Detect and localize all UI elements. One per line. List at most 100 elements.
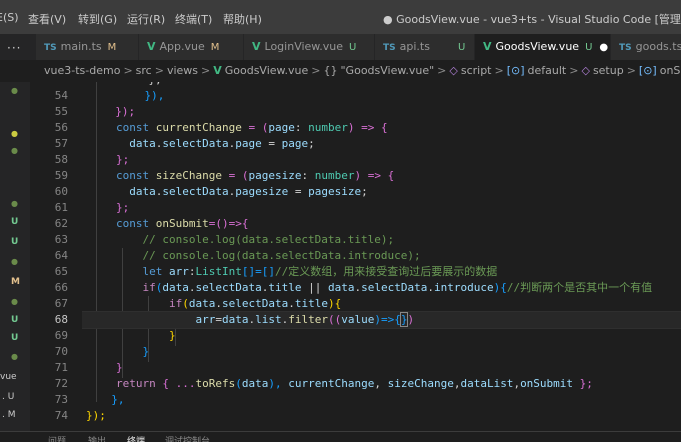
menu-item-run[interactable]: 运行(R) bbox=[127, 11, 165, 27]
line-number: 62 bbox=[54, 217, 68, 230]
tab-label: main.ts bbox=[60, 40, 102, 53]
explorer-item-untracked[interactable]: . U bbox=[2, 392, 14, 402]
code-line: // console.log(data.selectData.introduce… bbox=[116, 249, 421, 262]
breadcrumb-separator: > bbox=[569, 64, 579, 77]
code-line: }; bbox=[116, 153, 130, 166]
git-untracked-badge: U bbox=[11, 333, 19, 343]
editor-tab-bar: ··· TS main.ts M V App.vue M V LoginView.vue U… bbox=[0, 34, 681, 60]
tab-api-ts[interactable]: TS api.ts U bbox=[375, 34, 475, 60]
line-number: 71 bbox=[54, 361, 68, 374]
line-number: 73 bbox=[54, 393, 68, 406]
line-number: 67 bbox=[54, 297, 68, 310]
vue-file-icon: V bbox=[252, 40, 261, 53]
code-line: if(data.selectData.title || data.selectD… bbox=[142, 281, 653, 294]
braces-icon: {} bbox=[323, 64, 338, 77]
breadcrumb-separator: > bbox=[437, 64, 447, 77]
line-number: 56 bbox=[54, 121, 68, 134]
breadcrumb-separator: > bbox=[311, 64, 321, 77]
tab-main-ts[interactable]: TS main.ts M bbox=[36, 34, 139, 60]
git-status-dot-icon: ● bbox=[11, 352, 18, 361]
git-untracked-badge: U bbox=[349, 42, 357, 53]
line-number: 72 bbox=[54, 377, 68, 390]
code-line-current[interactable]: arr=data.list.filter((value)=>{}) bbox=[82, 311, 681, 329]
git-status-dot-icon: ● bbox=[11, 257, 18, 266]
line-number: 70 bbox=[54, 345, 68, 358]
code-line: const onSubmit=()=>{ bbox=[116, 217, 249, 230]
code-line: } bbox=[116, 361, 123, 374]
line-number: 65 bbox=[54, 265, 68, 278]
tab-goods-ts[interactable]: TS goods.ts bbox=[611, 34, 681, 60]
menu-item-terminal[interactable]: 终端(T) bbox=[175, 11, 212, 27]
line-number: 69 bbox=[54, 329, 68, 342]
breadcrumb-separator: > bbox=[494, 64, 504, 77]
menu-item-view[interactable]: 查看(V) bbox=[28, 11, 66, 27]
breadcrumb-item-component[interactable]: "GoodsView.vue" bbox=[341, 64, 435, 77]
vue-file-icon: V bbox=[147, 40, 156, 53]
breadcrumb-separator: > bbox=[154, 64, 164, 77]
menu-item-go[interactable]: 转到(G) bbox=[78, 11, 117, 27]
breadcrumb: vue3-ts-demo > src > views > V GoodsView.vue >{}… bbox=[0, 60, 681, 82]
tab-label: goods.ts bbox=[635, 40, 681, 53]
title-bar: E(S) 查看(V) 转到(G) 运行(R) 终端(T) 帮助(H) ● Goo… bbox=[0, 0, 681, 34]
breadcrumb-item-file[interactable]: GoodsView.vue bbox=[225, 64, 309, 77]
breadcrumb-separator: > bbox=[123, 64, 133, 77]
explorer-item-modified[interactable]: . M bbox=[2, 410, 16, 420]
more-actions-icon[interactable]: ··· bbox=[7, 41, 21, 55]
explorer-sidebar-fragment: ● ● ● ● U U ● M ● U U ● vue . U . M bbox=[0, 82, 30, 441]
breadcrumb-item-src[interactable]: src bbox=[136, 64, 152, 77]
vue-file-icon: V bbox=[483, 40, 492, 53]
code-line: return { ...toRefs(data), currentChange,… bbox=[116, 377, 593, 390]
git-untracked-badge: U bbox=[11, 315, 19, 325]
breadcrumb-separator: > bbox=[626, 64, 636, 77]
code-line: data.selectData.page = page; bbox=[129, 137, 315, 150]
line-number: 64 bbox=[54, 249, 68, 262]
tab-app-vue[interactable]: V App.vue M bbox=[139, 34, 244, 60]
breadcrumb-item-script[interactable]: script bbox=[461, 64, 492, 77]
git-status-dot-icon: ● bbox=[11, 146, 18, 155]
tab-label: LoginView.vue bbox=[264, 40, 344, 53]
tab-goods-view[interactable]: V GoodsView.vue U ● bbox=[475, 34, 611, 60]
cube-icon: ◇ bbox=[449, 64, 458, 77]
tab-label: App.vue bbox=[159, 40, 205, 53]
git-status-dot-icon: ● bbox=[11, 297, 18, 306]
breadcrumb-item-views[interactable]: views bbox=[167, 64, 198, 77]
unsaved-dot-icon[interactable]: ● bbox=[599, 42, 608, 53]
git-modified-badge: M bbox=[11, 277, 20, 287]
line-number: 60 bbox=[54, 185, 68, 198]
line-number-gutter: 54 55 56 57 58 59 60 61 62 63 64 65 66 6… bbox=[30, 82, 82, 441]
git-untracked-badge: U bbox=[457, 42, 466, 53]
menu-item-help[interactable]: 帮助(H) bbox=[223, 11, 262, 27]
git-status-dot-icon: ● bbox=[11, 199, 18, 208]
tab-login-view[interactable]: V LoginView.vue U bbox=[244, 34, 375, 60]
breadcrumb-item-default[interactable]: default bbox=[528, 64, 567, 77]
line-number: 57 bbox=[54, 137, 68, 150]
explorer-item-fragment[interactable]: vue bbox=[0, 372, 17, 382]
code-line: data.selectData.pagesize = pagesize; bbox=[129, 185, 368, 198]
line-number: 66 bbox=[54, 281, 68, 294]
git-status-dot-icon: ● bbox=[11, 86, 18, 95]
menu-item-edit[interactable]: E(S) bbox=[0, 11, 19, 24]
git-untracked-badge: U bbox=[585, 42, 593, 53]
code-line: let arr:ListInt[]=[]//定义数组，用来接受查询过后要展示的数… bbox=[142, 265, 498, 278]
code-line: } bbox=[116, 329, 176, 342]
line-number: 74 bbox=[54, 409, 68, 422]
typescript-file-icon: TS bbox=[44, 43, 57, 53]
window-title: ● GoodsView.vue - vue3+ts - Visual Studi… bbox=[383, 13, 681, 26]
code-line: const sizeChange = (pagesize: number) =>… bbox=[116, 169, 395, 182]
breadcrumb-item-setup[interactable]: setup bbox=[593, 64, 624, 77]
line-number: 54 bbox=[54, 89, 68, 102]
breadcrumb-item-onsubmit[interactable]: onSubmit bbox=[660, 64, 681, 77]
line-number: 58 bbox=[54, 153, 68, 166]
code-line: if(data.selectData.title){ bbox=[168, 297, 342, 310]
line-number: 61 bbox=[54, 201, 68, 214]
code-line: }); bbox=[86, 409, 106, 422]
code-editor[interactable]: }, }), }); const currentChange = (page: … bbox=[82, 82, 681, 431]
line-number: 55 bbox=[54, 105, 68, 118]
indent-guide bbox=[96, 82, 97, 402]
panel-tab-bar: 问题 输出 终端 调试控制台 bbox=[0, 431, 681, 442]
code-line: }; bbox=[116, 201, 130, 214]
code-line: } bbox=[116, 345, 150, 358]
git-untracked-badge: U bbox=[11, 237, 19, 247]
line-number-current: 68 bbox=[54, 313, 68, 326]
breadcrumb-item-project[interactable]: vue3-ts-demo bbox=[44, 64, 120, 77]
